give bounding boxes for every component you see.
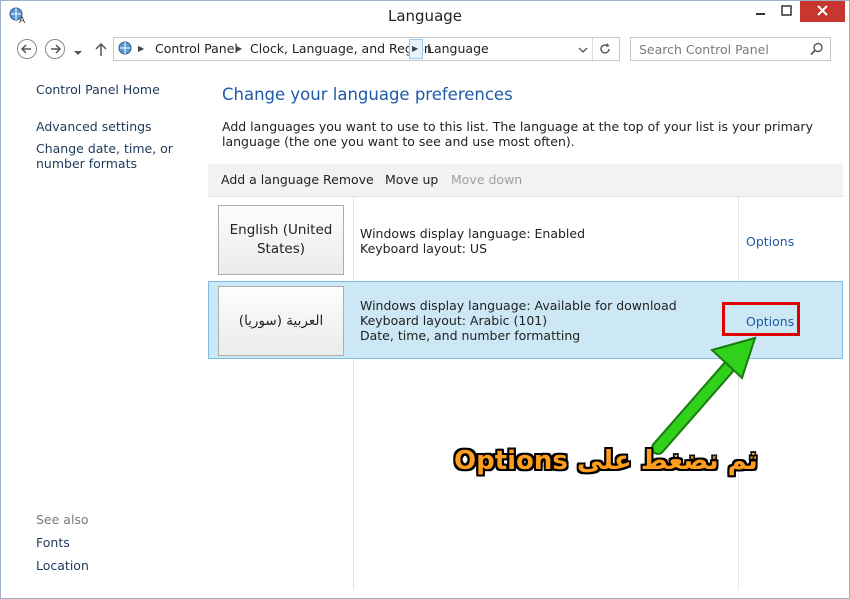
chevron-down-icon [74,51,82,55]
minimize-button[interactable] [748,0,773,22]
sidebar-item-advanced-settings[interactable]: Advanced settings [36,119,206,134]
recent-locations-dropdown[interactable] [73,43,83,62]
up-button[interactable] [94,41,108,61]
search-input[interactable]: Search Control Panel [630,37,831,61]
refresh-icon[interactable] [598,42,612,56]
page-title: Change your language preferences [222,85,513,104]
up-arrow-icon [95,42,107,56]
breadcrumb-control-panel[interactable]: Control Panel [155,41,238,56]
display-language-status: Windows display language: Enabled [360,226,586,241]
breadcrumb-clock-language-region[interactable]: Clock, Language, and Region [250,41,432,56]
search-icon[interactable] [810,42,824,56]
sidebar-item-change-date-formats[interactable]: Change date, time, or number formats [36,141,206,171]
language-toolbar: Add a language Remove Move up Move down [208,164,843,197]
see-also-label: See also [36,512,89,527]
breadcrumb-separator-icon[interactable]: ▶ [138,44,144,53]
remove-button[interactable]: Remove [323,172,374,187]
sidebar-item-control-panel-home[interactable]: Control Panel Home [36,82,160,97]
date-time-formatting: Date, time, and number formatting [360,328,581,343]
maximize-button[interactable] [774,0,799,22]
keyboard-layout: Keyboard layout: US [360,241,488,256]
move-up-button[interactable]: Move up [385,172,438,187]
language-name-tile[interactable]: English (United States) [218,205,344,275]
breadcrumb-separator-icon[interactable]: ▶ [236,44,242,53]
language-details: Windows display language: Available for … [360,298,677,343]
page-description: Add languages you want to use to this li… [222,119,813,149]
chevron-right-icon: ▶ [412,44,419,53]
search-placeholder: Search Control Panel [639,42,769,57]
forward-arrow-icon [51,44,62,54]
breadcrumb-language[interactable]: Language [427,41,489,56]
language-name-tile[interactable]: العربية (سوريا) [218,286,344,356]
title-bar: A Language [0,0,850,32]
control-panel-icon [118,41,132,55]
language-details: Windows display language: Enabled Keyboa… [360,226,585,256]
chevron-down-icon[interactable] [578,45,588,55]
green-arrow-icon [651,336,757,455]
divider [592,38,593,60]
see-also-location-link[interactable]: Location [36,558,89,573]
see-also-fonts-link[interactable]: Fonts [36,535,70,550]
keyboard-layout: Keyboard layout: Arabic (101) [360,313,548,328]
display-language-status: Windows display language: Available for … [360,298,677,313]
options-link-english[interactable]: Options [746,234,794,249]
move-down-button[interactable]: Move down [451,172,522,187]
close-button[interactable] [800,0,845,22]
breadcrumb-separator-active[interactable]: ▶ [409,39,423,59]
forward-button[interactable] [45,39,65,59]
language-row-english[interactable]: English (United States) Windows display … [208,197,843,281]
navigation-bar: ▶ Control Panel ▶ Clock, Language, and R… [0,34,850,64]
annotation-text: ثم نضغط على Options [454,446,758,476]
address-bar[interactable]: ▶ Control Panel ▶ Clock, Language, and R… [113,37,620,61]
back-arrow-icon [20,44,31,54]
back-button[interactable] [17,39,37,59]
add-language-button[interactable]: Add a language [221,172,319,187]
window-title: Language [387,7,463,25]
